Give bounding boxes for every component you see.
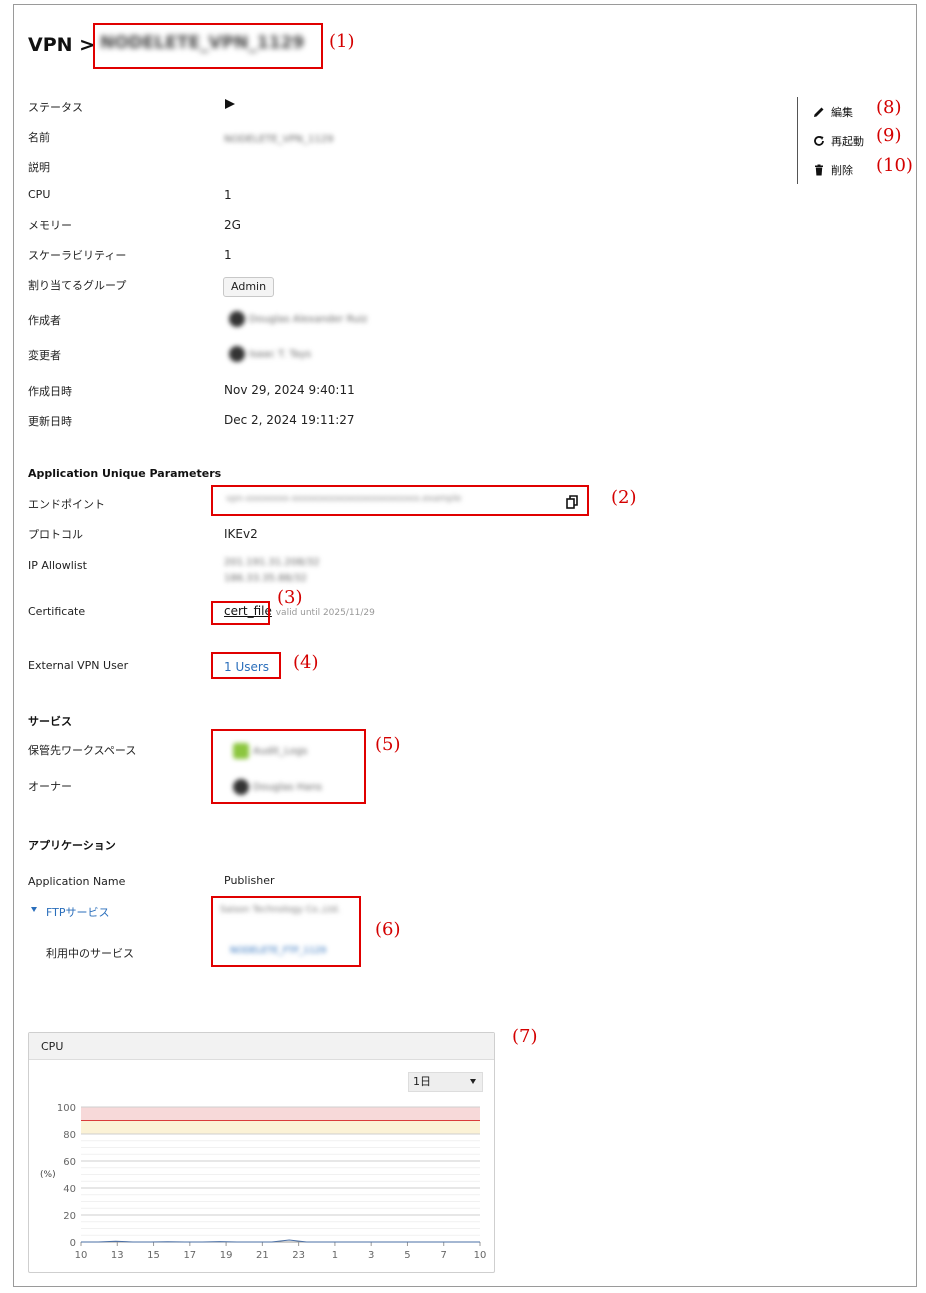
annotation-label-9: (9) [876, 125, 902, 146]
creator-label: 作成者 [28, 314, 61, 327]
x-tick-label: 23 [292, 1250, 305, 1261]
x-tick-label: 7 [441, 1250, 447, 1261]
annotation-label-2: (2) [611, 487, 637, 508]
annotation-box-3 [211, 601, 270, 625]
modifier-name: Isaac T. Tays [249, 349, 312, 360]
creator-name: Douglas Alexander Ruiz [249, 314, 368, 325]
using-service-label: 利用中のサービス [46, 947, 134, 960]
ftp-service-toggle[interactable]: FTPサービス [46, 904, 110, 920]
cpu-chart-svg: 020406080100(%)10 13 15 17 19 21 23 1 3 5 7 10 [40, 1103, 487, 1261]
y-tick-label: 60 [63, 1157, 76, 1168]
play-icon[interactable] [225, 99, 235, 109]
params-heading: Application Unique Parameters [28, 467, 222, 480]
creator-avatar [229, 311, 245, 327]
annotation-box-4 [211, 652, 281, 679]
threshold-band-critical [81, 1107, 480, 1121]
memory-value: 2G [224, 218, 241, 232]
x-tick-label: 3 [368, 1250, 374, 1261]
chart-title: CPU [29, 1033, 494, 1060]
annotation-box-1 [93, 23, 323, 69]
external-user-label: External VPN User [28, 659, 129, 672]
caret-down-icon[interactable] [31, 907, 37, 912]
annotation-label-1: (1) [329, 31, 355, 52]
x-tick-label: 5 [404, 1250, 410, 1261]
x-tick-label: 17 [183, 1250, 196, 1261]
x-tick-label: 10 [474, 1250, 487, 1261]
modifier-label: 変更者 [28, 349, 61, 362]
annotation-label-10: (10) [876, 155, 913, 176]
y-tick-label: 20 [63, 1211, 76, 1222]
y-tick-label: 80 [63, 1130, 76, 1141]
delete-button[interactable]: 削除 [813, 162, 853, 178]
action-sidebar [797, 97, 798, 184]
x-tick-label: 10 [75, 1250, 88, 1261]
x-tick-label: 21 [256, 1250, 269, 1261]
annotation-label-3: (3) [277, 587, 303, 608]
scalability-label: スケーラビリティー [28, 249, 127, 262]
ip-allowlist-label: IP Allowlist [28, 559, 87, 572]
creator-value: Douglas Alexander Ruiz [229, 311, 367, 327]
applications-heading: アプリケーション [28, 839, 116, 852]
page-title-prefix: VPN > [28, 34, 96, 56]
y-tick-label: 100 [57, 1103, 76, 1114]
protocol-value: IKEv2 [224, 527, 258, 541]
x-tick-label: 1 [332, 1250, 338, 1261]
annotation-box-5 [211, 729, 366, 804]
x-tick-label: 13 [111, 1250, 124, 1261]
certificate-label: Certificate [28, 605, 86, 618]
group-chip: Admin [223, 277, 275, 297]
owner-label: オーナー [28, 780, 72, 793]
workspace-label: 保管先ワークスペース [28, 744, 137, 757]
group-label: 割り当てるグループ [28, 279, 127, 292]
edit-button[interactable]: 編集 [813, 104, 853, 120]
annotation-label-6: (6) [375, 919, 401, 940]
edit-label: 編集 [831, 106, 853, 119]
service-heading: サービス [28, 715, 72, 728]
cert-valid-until: valid until 2025/11/29 [275, 608, 375, 618]
y-axis-label: (%) [40, 1170, 56, 1180]
threshold-band-warning [81, 1120, 480, 1134]
restart-label: 再起動 [831, 135, 864, 148]
annotation-label-5: (5) [375, 734, 401, 755]
annotation-box-6 [211, 896, 361, 967]
ip-allowlist-value-1: 201.191.31.208/32 [224, 557, 320, 568]
cpu-value: 1 [224, 188, 232, 202]
publisher-column: Publisher [224, 874, 275, 887]
ip-allowlist-value-2: 186.33.35.88/32 [224, 573, 307, 584]
y-tick-label: 40 [63, 1184, 76, 1195]
restart-button[interactable]: 再起動 [813, 133, 864, 149]
modifier-value: Isaac T. Tays [229, 346, 311, 362]
description-label: 説明 [28, 161, 50, 174]
y-tick-label: 0 [70, 1238, 76, 1249]
annotation-label-8: (8) [876, 97, 902, 118]
refresh-icon [814, 136, 824, 146]
trash-icon [815, 164, 823, 176]
name-label: 名前 [28, 131, 50, 144]
scalability-value: 1 [224, 248, 232, 262]
x-tick-label: 19 [220, 1250, 233, 1261]
updated-label: 更新日時 [28, 415, 72, 428]
memory-label: メモリー [28, 219, 72, 232]
annotation-box-2 [211, 485, 589, 516]
delete-label: 削除 [831, 164, 853, 177]
endpoint-label: エンドポイント [28, 498, 105, 511]
x-tick-label: 15 [147, 1250, 160, 1261]
annotation-label-7: (7) [512, 1026, 538, 1047]
name-value: NODELETE_VPN_1129 [224, 134, 334, 145]
created-value: Nov 29, 2024 9:40:11 [224, 383, 355, 397]
pencil-icon [814, 107, 824, 117]
created-label: 作成日時 [28, 385, 72, 398]
app-name-column: Application Name [28, 875, 126, 888]
cpu-chart-card: CPU 1日 0 20 40 60 80 100 (%) 10 13 15 17 19 21 23 1 3 5 7… [28, 1032, 495, 1273]
updated-value: Dec 2, 2024 19:11:27 [224, 413, 355, 427]
annotation-label-4: (4) [293, 652, 319, 673]
cpu-label: CPU [28, 188, 51, 201]
modifier-avatar [229, 346, 245, 362]
status-label: ステータス [28, 101, 83, 114]
protocol-label: プロトコル [28, 528, 83, 541]
